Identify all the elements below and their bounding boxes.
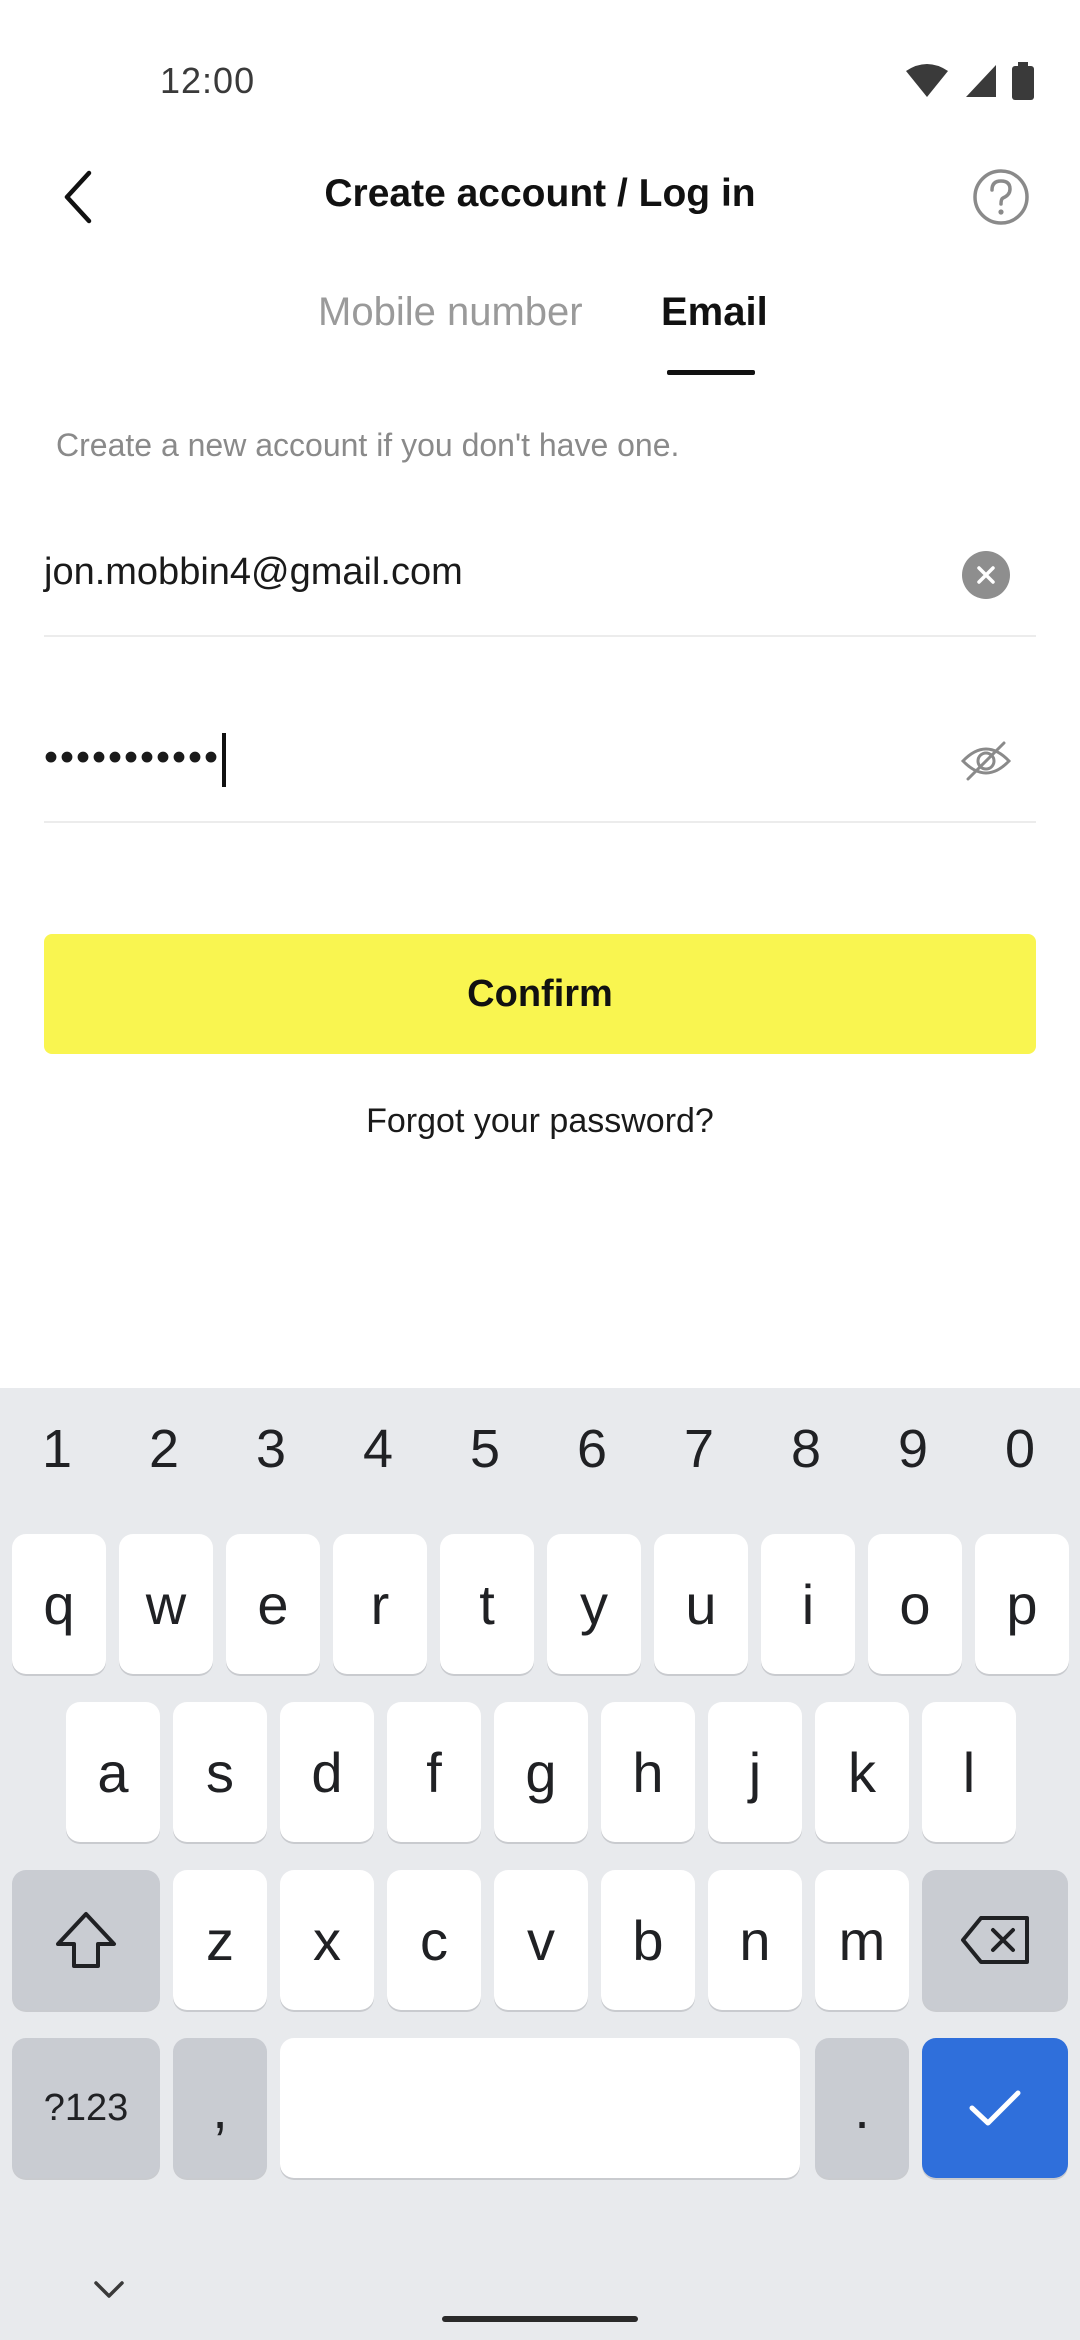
help-button[interactable] — [966, 162, 1036, 232]
key-c[interactable]: c — [387, 1870, 481, 2010]
key-i[interactable]: i — [761, 1534, 855, 1674]
key-comma[interactable]: , — [173, 2038, 267, 2178]
key-z[interactable]: z — [173, 1870, 267, 2010]
confirm-button[interactable]: Confirm — [44, 934, 1036, 1054]
backspace-icon — [961, 1916, 1029, 1964]
key-j[interactable]: j — [708, 1702, 802, 1842]
login-method-tabs: Mobile number Email — [0, 290, 1080, 380]
text-cursor — [222, 733, 227, 787]
key-e[interactable]: e — [226, 1534, 320, 1674]
key-5[interactable]: 5 — [440, 1418, 530, 1480]
key-3[interactable]: 3 — [226, 1418, 316, 1480]
tab-email[interactable]: Email — [661, 290, 768, 335]
key-p[interactable]: p — [975, 1534, 1069, 1674]
key-h[interactable]: h — [601, 1702, 695, 1842]
forgot-password-link[interactable]: Forgot your password? — [0, 1102, 1080, 1141]
key-a[interactable]: a — [66, 1702, 160, 1842]
gesture-nav-handle[interactable] — [442, 2316, 638, 2322]
email-field[interactable]: jon.mobbin4@gmail.com — [44, 517, 1036, 637]
key-1[interactable]: 1 — [12, 1418, 102, 1480]
toggle-password-visibility-button[interactable] — [958, 733, 1014, 789]
key-8[interactable]: 8 — [761, 1418, 851, 1480]
password-field[interactable]: ••••••••••• — [44, 703, 1036, 823]
key-6[interactable]: 6 — [547, 1418, 637, 1480]
battery-icon — [1012, 62, 1034, 100]
status-bar: 12:00 — [0, 0, 1080, 140]
chevron-down-icon — [94, 2281, 124, 2298]
key-w[interactable]: w — [119, 1534, 213, 1674]
key-m[interactable]: m — [815, 1870, 909, 2010]
key-n[interactable]: n — [708, 1870, 802, 2010]
close-icon — [977, 566, 995, 584]
shift-icon — [56, 1912, 116, 1968]
password-input[interactable]: ••••••••••• — [44, 733, 227, 787]
key-k[interactable]: k — [815, 1702, 909, 1842]
key-u[interactable]: u — [654, 1534, 748, 1674]
password-mask: ••••••••••• — [44, 735, 221, 780]
key-4[interactable]: 4 — [333, 1418, 423, 1480]
key-b[interactable]: b — [601, 1870, 695, 2010]
key-9[interactable]: 9 — [868, 1418, 958, 1480]
hint-text: Create a new account if you don't have o… — [56, 427, 680, 463]
key-t[interactable]: t — [440, 1534, 534, 1674]
key-period[interactable]: . — [815, 2038, 909, 2178]
email-input[interactable]: jon.mobbin4@gmail.com — [44, 551, 463, 594]
done-key[interactable] — [922, 2038, 1068, 2178]
wifi-icon — [906, 64, 948, 97]
key-d[interactable]: d — [280, 1702, 374, 1842]
header: Create account / Log in — [0, 150, 1080, 240]
key-7[interactable]: 7 — [654, 1418, 744, 1480]
key-g[interactable]: g — [494, 1702, 588, 1842]
status-time: 12:00 — [160, 60, 256, 101]
shift-key[interactable] — [12, 1870, 160, 2010]
keyboard-number-row: 1 2 3 4 5 6 7 8 9 0 — [0, 1418, 1080, 1508]
help-icon — [973, 169, 1029, 225]
backspace-key[interactable] — [922, 1870, 1068, 2010]
signal-icon — [966, 65, 996, 97]
key-o[interactable]: o — [868, 1534, 962, 1674]
key-v[interactable]: v — [494, 1870, 588, 2010]
key-y[interactable]: y — [547, 1534, 641, 1674]
eye-off-icon — [960, 741, 1012, 781]
key-r[interactable]: r — [333, 1534, 427, 1674]
soft-keyboard: 1 2 3 4 5 6 7 8 9 0 q w e r t y u i o p … — [0, 1388, 1080, 2340]
space-key[interactable] — [280, 2038, 800, 2178]
symbols-key[interactable]: ?123 — [12, 2038, 160, 2178]
key-f[interactable]: f — [387, 1702, 481, 1842]
status-icons — [904, 62, 1034, 100]
key-0[interactable]: 0 — [975, 1418, 1065, 1480]
hide-keyboard-button[interactable] — [84, 2270, 134, 2310]
clear-email-button[interactable] — [962, 551, 1010, 599]
page-title: Create account / Log in — [324, 172, 756, 215]
key-x[interactable]: x — [280, 1870, 374, 2010]
tab-mobile-number[interactable]: Mobile number — [318, 290, 583, 335]
key-s[interactable]: s — [173, 1702, 267, 1842]
key-l[interactable]: l — [922, 1702, 1016, 1842]
key-q[interactable]: q — [12, 1534, 106, 1674]
active-tab-indicator — [667, 370, 755, 375]
key-2[interactable]: 2 — [119, 1418, 209, 1480]
check-icon — [969, 2090, 1021, 2126]
